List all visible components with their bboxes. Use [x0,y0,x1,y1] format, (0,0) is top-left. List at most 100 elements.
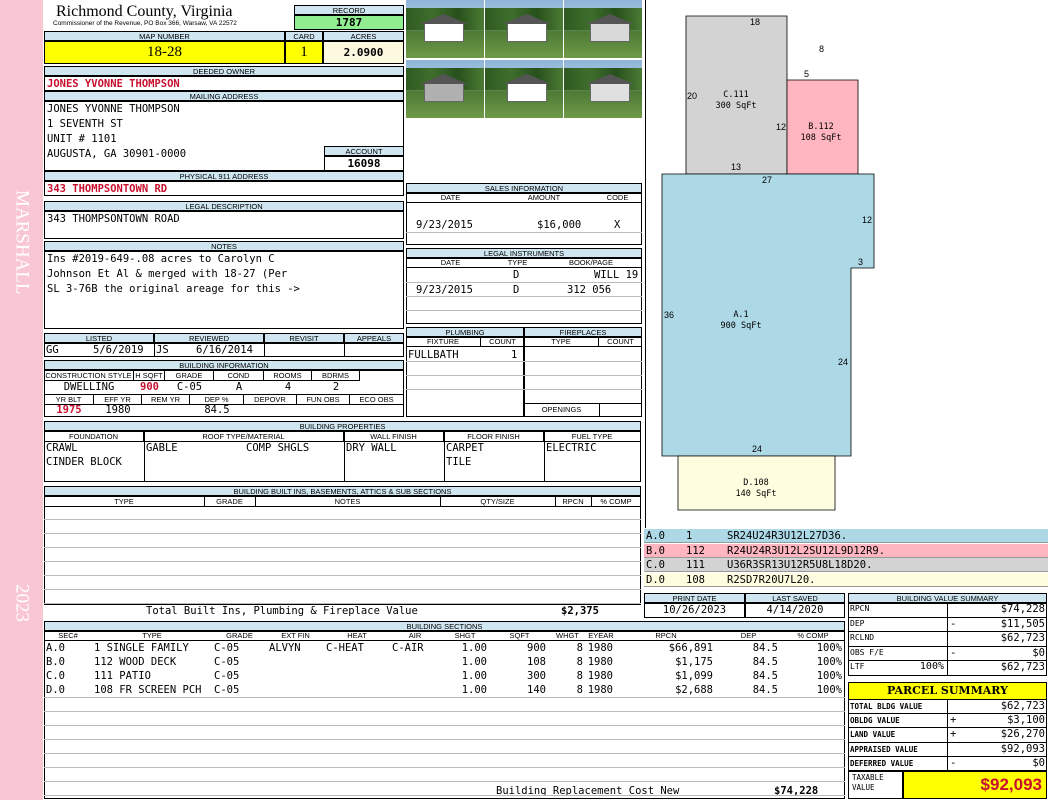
builtins-divider [440,496,441,506]
section-col-header: % COMP [781,631,845,641]
section-cell: 84.5 [752,656,778,668]
listed-date: 5/6/2019 [93,344,144,356]
section-cell: 1.00 [461,656,487,668]
taxable-value: $92,093 [903,771,1047,799]
value-row-pct: 100% [919,661,944,672]
section-cell: 300 [527,670,546,682]
legal-date-2: 9/23/2015 [416,284,473,296]
sketch-dimension: 12 [862,215,873,225]
properties-divider [144,431,145,482]
section-cell: 108 [527,656,546,668]
bi-value: C-05 [176,381,203,393]
notes-line-1: Ins #2019-649-.08 acres to Carolyn C [47,253,275,265]
legal-col-header: BOOK/PAGE [540,258,642,268]
bi-col-header: REM YR [142,395,190,405]
property-photo [406,0,484,58]
value-row-value: $62,723 [1000,632,1045,644]
mailing-line-4: AUGUSTA, GA 30901-0000 [47,148,187,160]
bi-value: 4 [284,381,292,393]
section-col-header: RPCN [616,631,716,641]
parcel-row-divider [947,742,948,757]
plumbing-col-count: COUNT [481,337,524,347]
sketch-dimension: 20 [687,91,698,101]
photo-roof [420,14,468,24]
legal-book-2: 312 056 [567,284,612,296]
legend-code: 1 [686,530,693,542]
account-value: 16098 [324,156,404,171]
legend-sec: A.0 [646,530,665,542]
mailing-address-label: MAILING ADDRESS [44,91,404,101]
parcel-row-label: OBLDG VALUE [850,716,900,726]
property-photo [564,0,642,58]
building-sections-label: BUILDING SECTIONS [44,621,845,631]
section-col-header: AIR [390,631,440,641]
legal-type-2: D [513,284,520,296]
account-label: ACCOUNT [324,146,404,156]
property-photo [564,60,642,118]
sale-code: X [614,219,621,231]
section-col-header: EXT FIN [267,631,324,641]
sketch-area-id: D.108 [743,478,769,488]
parcel-row-value: $92,093 [1000,742,1045,755]
legal-description-label: LEGAL DESCRIPTION [44,201,404,211]
legend-vectors: SR24U24R3U12L27D36. [727,530,848,542]
property-photo [406,60,484,118]
value-row-sign: - [950,646,957,659]
builtins-row-line [44,575,641,576]
parcel-row-divider [947,700,948,715]
sketch-dimension: 24 [838,357,849,367]
legend-sec: B.0 [646,544,665,557]
bi-value: 2 [332,381,340,393]
legal-col-header: TYPE [495,258,540,268]
legend-vectors: R24U24R3U12L2SU12L9D12R9. [727,544,886,557]
fuel-type-value: ELECTRIC [546,442,597,454]
builtins-col-header: NOTES [255,497,440,507]
sales-col-header: DATE [406,193,495,203]
bi-value: DWELLING [63,381,115,393]
side-year: 2023 [11,584,33,622]
openings-label: OPENINGS [541,405,582,414]
roof-type-value: GABLE [146,442,178,454]
plumbing-count-1: 1 [511,349,518,361]
print-date-label: PRINT DATE [644,593,745,603]
acres-value: 2.0900 [323,41,404,64]
section-cell: 112 WOOD DECK [94,656,177,668]
section-cell: 1 SINGLE FAMILY [94,642,189,654]
section-cell: D.0 [46,684,65,696]
section-cell: 100% [816,670,842,682]
section-cell: 84.5 [752,670,778,682]
section-cell: 8 [576,642,583,654]
last-saved-value: 4/14/2020 [766,604,824,616]
legal-instruments-label: LEGAL INSTRUMENTS [406,248,642,258]
section-col-header: DEP [716,631,781,641]
floor-finish-value-1: CARPET [446,442,484,454]
parcel-row-sign: - [950,756,957,769]
listed-label: LISTED [44,333,154,343]
section-row-line [44,795,845,796]
legend-code: 108 [686,573,705,586]
openings-line [524,403,642,404]
builtins-col-header: % COMP [591,497,641,507]
properties-divider [344,431,345,482]
section-cell: 100% [816,642,842,654]
sketch-dimension: 36 [664,310,675,320]
photo-house [507,22,547,42]
parcel-row-label: LAND VALUE [850,730,896,740]
section-row-line [44,767,845,768]
floor-sketch [661,15,875,511]
sales-col-header: CODE [593,193,642,203]
sketch-area-sqft: 140 SqFt [735,489,777,499]
parcel-row-sign: + [950,728,957,741]
fireplaces-label: FIREPLACES [524,327,642,337]
record-value: 1787 [294,15,404,30]
section-cell: 900 [527,642,546,654]
reviewed-by: JS [156,344,169,356]
section-cell: C-05 [214,670,240,682]
side-strip: MARSHALL 2023 [0,0,43,800]
wall-finish-value: DRY WALL [346,442,397,454]
section-cell: C-AIR [392,642,424,654]
sketch-dimension: 3 [858,257,864,267]
record-label: RECORD [294,5,404,15]
reviewed-label: REVIEWED [154,333,264,343]
parcel-row-label: APPRAISED VALUE [850,744,918,754]
